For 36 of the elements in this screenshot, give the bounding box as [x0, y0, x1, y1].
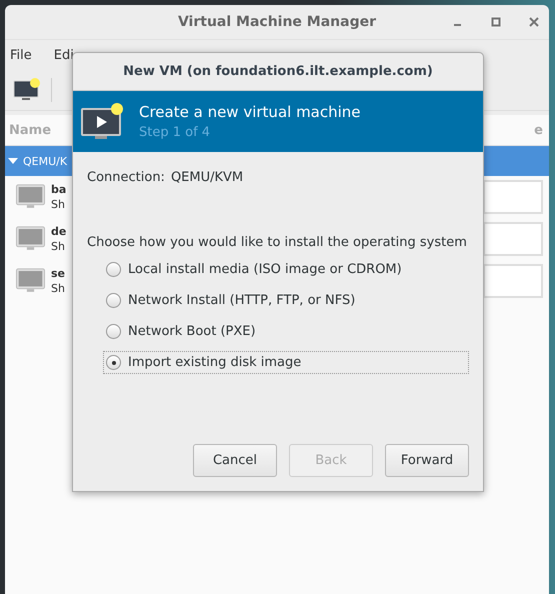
monitor-icon: [16, 268, 45, 294]
connection-label: Connection:: [87, 170, 165, 185]
banner-heading: Create a new virtual machine: [139, 103, 361, 121]
usage-graph: [483, 264, 543, 298]
vm-name: se: [51, 266, 66, 281]
menu-item[interactable]: Edi: [54, 48, 74, 62]
vm-name: ba: [51, 182, 66, 197]
vm-status: Sh: [51, 197, 66, 212]
radio-option[interactable]: Local install media (ISO image or CDROM): [103, 258, 469, 281]
vm-name: de: [51, 224, 66, 239]
radio-option[interactable]: Import existing disk image: [103, 351, 469, 374]
expander-icon[interactable]: [8, 156, 18, 166]
dialog-button[interactable]: Cancel: [193, 444, 277, 477]
radio-button[interactable]: [106, 324, 121, 339]
radio-button[interactable]: [106, 262, 121, 277]
install-prompt: Choose how you would like to install the operating system: [87, 235, 468, 250]
maximize-icon[interactable]: [491, 17, 501, 27]
radio-button[interactable]: [106, 293, 121, 308]
radio-button[interactable]: [106, 355, 121, 370]
dialog-button[interactable]: Forward: [385, 444, 469, 477]
window-title: Virtual Machine Manager: [178, 14, 376, 30]
new-vm-icon: [81, 102, 125, 142]
vm-status: Sh: [51, 239, 66, 254]
connection-value: QEMU/KVM: [170, 170, 244, 185]
connection-name: QEMU/K: [23, 154, 68, 168]
usage-graph: [483, 222, 543, 256]
new-vm-icon[interactable]: [13, 78, 41, 102]
radio-option[interactable]: Network Boot (PXE): [103, 320, 469, 343]
menu-item[interactable]: File: [10, 48, 32, 62]
monitor-icon: [16, 184, 45, 210]
close-icon[interactable]: [529, 17, 539, 27]
vm-status: Sh: [51, 281, 66, 296]
radio-option[interactable]: Network Install (HTTP, FTP, or NFS): [103, 289, 469, 312]
monitor-icon: [16, 226, 45, 252]
usage-graph: [483, 180, 543, 214]
step-label: Step 1 of 4: [139, 125, 212, 140]
